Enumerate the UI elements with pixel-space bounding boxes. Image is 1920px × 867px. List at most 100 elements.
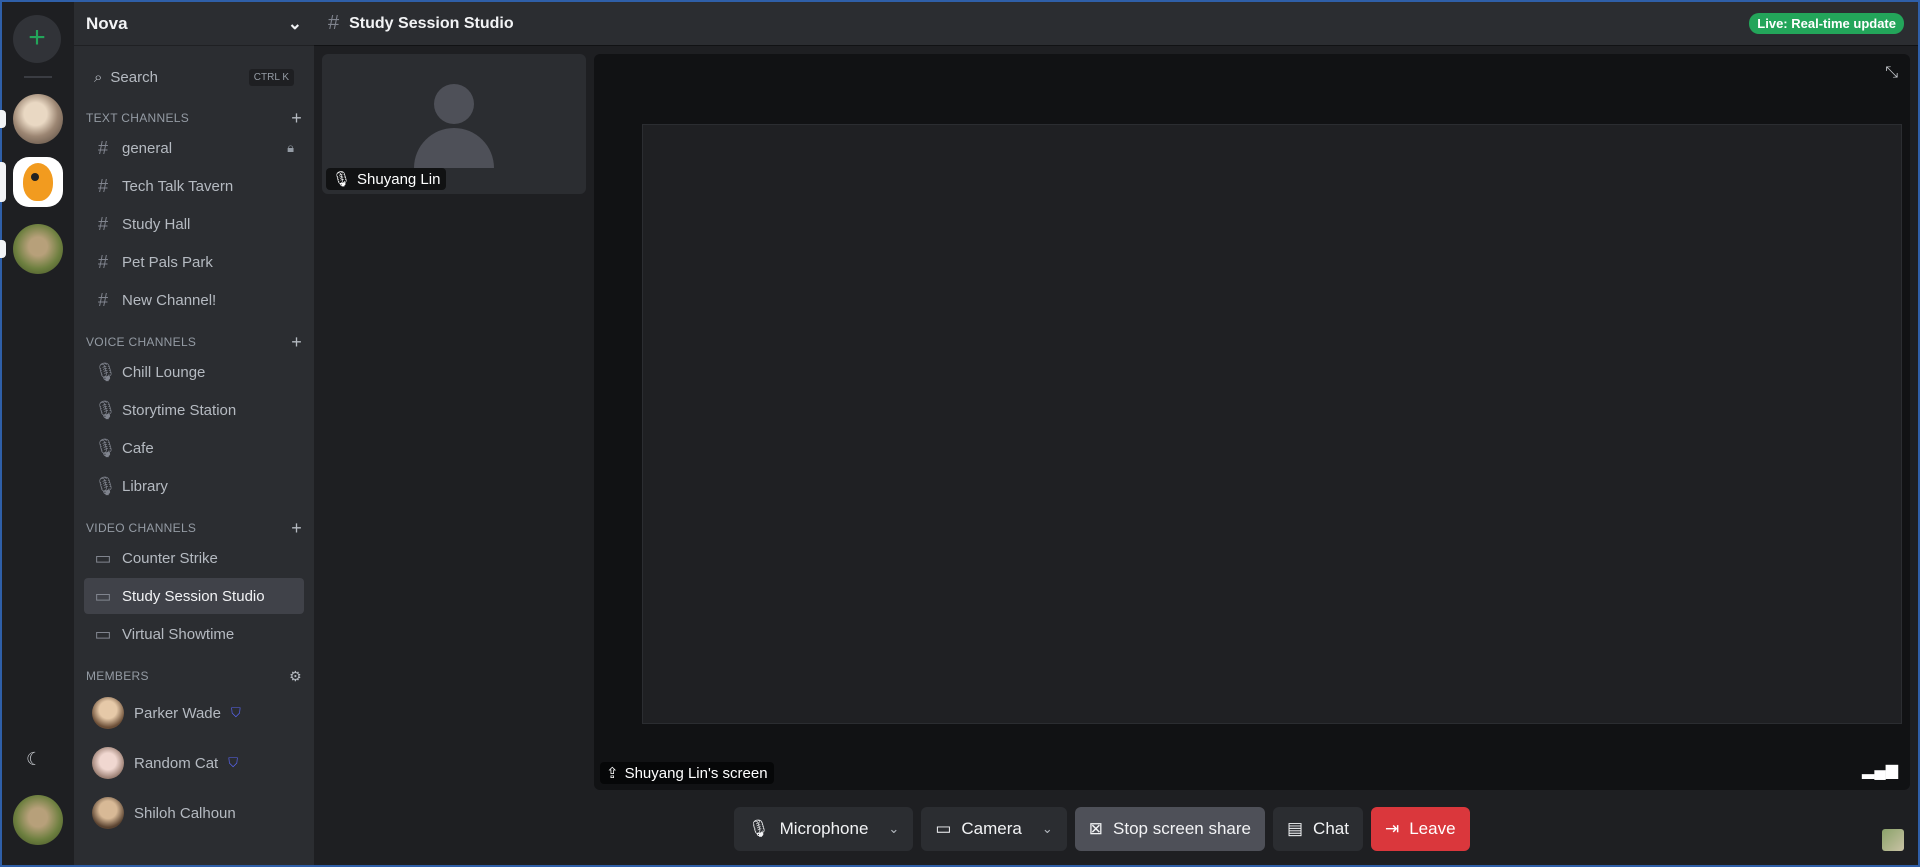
voice-storytime-station[interactable]: 🎙︎ Storytime Station [84,392,304,428]
video-study-session-studio[interactable]: ▭ Study Session Studio [84,578,304,614]
section-label: VOICE CHANNELS [86,335,197,349]
microphone-button[interactable]: 🎙︎ Microphone ⌄ [734,807,914,851]
channel-new-channel[interactable]: # New Channel! [84,282,304,318]
participant-name-tag: 🎙︎ Shuyang Lin [326,168,447,190]
hash-icon: # [97,137,108,158]
add-server-button[interactable]: + [13,15,61,63]
stop-screen-share-button[interactable]: ⊠ Stop screen share [1074,807,1265,851]
chat-button[interactable]: ▤ Chat [1272,807,1363,851]
hash-icon: # [97,213,108,234]
chevron-down-icon[interactable]: ⌄ [888,821,899,837]
section-label: TEXT CHANNELS [86,111,190,125]
channel-label: New Channel! [122,291,217,309]
moon-icon[interactable]: ☾ [26,749,48,771]
avatar [92,797,124,829]
members-header: MEMBERS ⚙ [74,666,314,686]
minimize-icon[interactable]: ⤡ [1885,64,1898,82]
video-virtual-showtime[interactable]: ▭ Virtual Showtime [84,616,304,652]
server-indicator [0,110,6,128]
search-shortcut: CTRL K [248,68,294,86]
shield-icon: ⛉ [230,705,241,720]
signal-strength-icon: ▂▄▆ [1862,762,1898,779]
channel-label: Tech Talk Tavern [122,177,234,195]
camera-button[interactable]: ▭ Camera ⌄ [921,807,1067,851]
hash-icon: # [328,12,340,34]
channel-topbar: # Study Session Studio Live: Real-time u… [314,2,1918,46]
user-placeholder-icon [414,84,494,168]
channel-general[interactable]: # general 🔒︎ [84,130,304,166]
voice-chill-lounge[interactable]: 🎙︎ Chill Lounge [84,354,304,390]
main-content: # Study Session Studio Live: Real-time u… [314,2,1918,865]
screen-share-view[interactable]: ⤡ ⇪ Shuyang Lin's screen ▂▄▆ [594,54,1910,790]
leave-button[interactable]: ⇥ Leave [1370,807,1470,851]
self-view-thumbnail[interactable] [1882,829,1904,851]
channel-tech-talk-tavern[interactable]: # Tech Talk Tavern [84,168,304,204]
bird-icon [23,163,53,201]
voice-cafe[interactable]: 🎙︎ Cafe [84,430,304,466]
server-name: Nova [86,13,128,33]
microphone-icon: 🎙︎ [94,475,117,496]
rail-divider [24,76,52,78]
text-channels-header: TEXT CHANNELS + [74,108,314,128]
participant-name: Shuyang Lin [357,170,441,188]
server-icon-1[interactable] [13,94,63,144]
add-text-channel-button[interactable]: + [291,108,302,129]
channel-pet-pals-park[interactable]: # Pet Pals Park [84,244,304,280]
chevron-down-icon[interactable]: ⌄ [1042,821,1053,837]
hash-icon: # [97,289,108,310]
video-camera-icon: ▭ [94,585,112,606]
server-rail: + ☾ [0,2,74,865]
microphone-icon: 🎙︎ [94,361,117,382]
camera-off-icon: ▭ [935,819,952,838]
app-window: + ☾ Nova ⌄ ⌕ Search CTRL K TEXT CHANNELS… [0,0,1920,867]
member-name: Random Cat [134,754,219,772]
channel-sidebar: Nova ⌄ ⌕ Search CTRL K TEXT CHANNELS + #… [74,2,314,865]
channel-label: Storytime Station [122,401,237,419]
stop-share-icon: ⊠ [1088,819,1104,838]
screen-share-label-text: Shuyang Lin's screen [624,764,768,782]
add-voice-channel-button[interactable]: + [291,332,302,353]
microphone-label: Microphone [779,819,869,838]
section-label: VIDEO CHANNELS [86,521,197,535]
call-controls: 🎙︎ Microphone ⌄ ▭ Camera ⌄ ⊠ Stop screen… [734,807,1470,851]
member-shiloh-calhoun[interactable]: Shiloh Calhoun [84,790,304,836]
channel-label: general [122,139,173,157]
server-header[interactable]: Nova ⌄ [74,2,314,46]
voice-library[interactable]: 🎙︎ Library [84,468,304,504]
lock-icon: 🔒︎ [287,140,294,155]
page-title: Study Session Studio [349,14,514,32]
screen-share-icon: ⇪ [606,765,619,782]
user-avatar[interactable] [13,795,63,845]
server-icon-3[interactable] [13,224,63,274]
leave-label: Leave [1409,819,1456,838]
video-camera-icon: ▭ [94,623,112,644]
channel-label: Pet Pals Park [122,253,213,271]
screen-share-label: ⇪ Shuyang Lin's screen [600,762,774,784]
member-name: Parker Wade [134,704,221,722]
channel-study-hall[interactable]: # Study Hall [84,206,304,242]
live-badge: Live: Real-time update [1749,13,1904,34]
search-icon: ⌕ [94,68,103,86]
member-parker-wade[interactable]: Parker Wade ⛉ [84,690,304,736]
shield-icon: ⛉ [228,755,238,770]
search-input[interactable]: ⌕ Search CTRL K [84,60,304,94]
channel-label: Study Hall [122,215,191,233]
chevron-down-icon[interactable]: ⌄ [288,14,302,34]
chat-icon: ▤ [1286,819,1304,838]
channel-label: Cafe [122,439,154,457]
server-icon-nova[interactable] [13,157,63,207]
gear-icon[interactable]: ⚙ [289,668,302,685]
hash-icon: # [97,175,108,196]
avatar [92,747,124,779]
shared-screen-content [642,124,1902,724]
participant-tile[interactable]: 🎙︎ Shuyang Lin [322,54,586,194]
search-placeholder: Search [110,68,158,86]
hash-icon: # [97,251,108,272]
leave-icon: ⇥ [1384,819,1400,838]
add-video-channel-button[interactable]: + [291,518,302,539]
video-counter-strike[interactable]: ▭ Counter Strike [84,540,304,576]
member-random-cat[interactable]: Random Cat ⛉ [84,740,304,786]
muted-microphone-icon: 🎙︎ [332,171,352,188]
section-label: MEMBERS [86,669,149,683]
stop-share-label: Stop screen share [1113,819,1251,838]
